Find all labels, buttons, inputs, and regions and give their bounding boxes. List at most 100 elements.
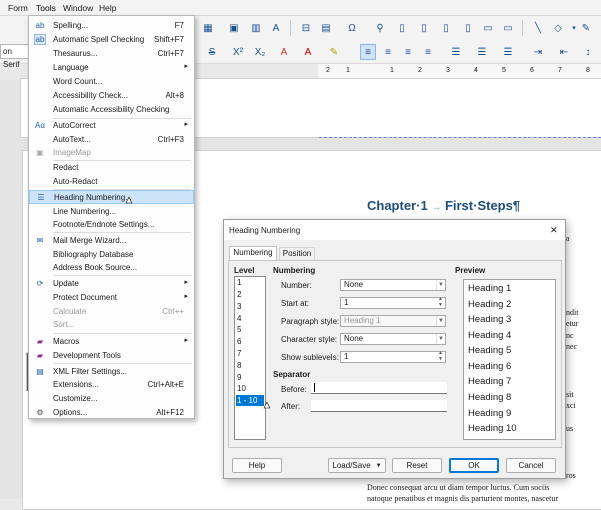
strikethrough-icon[interactable]: S xyxy=(204,44,220,60)
tab-position[interactable]: Position xyxy=(279,247,315,260)
increase-indent-icon[interactable]: ⇥ xyxy=(530,44,546,60)
start-at-spinner[interactable]: 1 ▲ ▼ xyxy=(340,296,446,309)
superscript-icon[interactable]: X² xyxy=(230,44,246,60)
level-item[interactable]: 8 xyxy=(237,361,241,370)
outline-icon[interactable]: ☰ xyxy=(500,44,516,60)
level-item[interactable]: 1 xyxy=(237,278,241,287)
menu-item-word-count[interactable]: Word Count... xyxy=(29,75,194,89)
menu-help[interactable]: Help xyxy=(99,3,116,13)
menu-item-redact[interactable]: Redact xyxy=(29,161,194,175)
menu-item-label: Spelling... xyxy=(53,21,89,30)
level-item[interactable]: 2 xyxy=(237,290,241,299)
reset-button[interactable]: Reset xyxy=(392,458,442,473)
menu-item-automatic-spell-checking[interactable]: ab Automatic Spell Checking Shift+F7 xyxy=(29,33,194,47)
menu-window[interactable]: Window xyxy=(63,3,93,13)
show-sublevels-spinner[interactable]: 1 ▲ ▼ xyxy=(340,350,446,363)
numbering-icon[interactable]: ☰ xyxy=(474,44,490,60)
menu-item-shortcut: Alt+8 xyxy=(165,91,184,100)
cross-reference-icon[interactable]: ▯ xyxy=(460,20,476,36)
image-icon[interactable]: ▣ xyxy=(226,20,242,36)
menu-separator xyxy=(53,275,191,276)
menu-item-macros[interactable]: ▰ Macros ▸ xyxy=(29,335,194,349)
menu-item-auto-redact[interactable]: Auto-Redact xyxy=(29,175,194,189)
clear-formatting-icon[interactable]: A xyxy=(276,44,292,60)
special-character-icon[interactable]: Ω xyxy=(344,20,360,36)
cancel-button[interactable]: Cancel xyxy=(506,458,556,473)
decrease-indent-icon[interactable]: ⇤ xyxy=(556,44,572,60)
menu-item-bibliography-database[interactable]: Bibliography Database xyxy=(29,248,194,262)
menu-item-customize[interactable]: Customize... xyxy=(29,392,194,406)
line-icon[interactable]: ╲ xyxy=(530,20,546,36)
menu-item-xml-filter-settings[interactable]: ▤ XML Filter Settings... xyxy=(29,365,194,379)
bullets-icon[interactable]: ☰ xyxy=(448,44,464,60)
highlight-icon[interactable]: ✎ xyxy=(326,44,342,60)
menu-item-accessibility-check[interactable]: Accessibility Check... Alt+8 xyxy=(29,89,194,103)
menu-item-development-tools[interactable]: ▰ Development Tools xyxy=(29,349,194,363)
menu-item-extensions[interactable]: Extensions... Ctrl+Alt+E xyxy=(29,378,194,392)
menu-item-address-book-source[interactable]: Address Book Source... xyxy=(29,261,194,275)
number-value: None xyxy=(344,280,364,289)
menu-item-update[interactable]: ⟳ Update ▸ xyxy=(29,277,194,291)
level-item[interactable]: 6 xyxy=(237,337,241,346)
level-item[interactable]: 5 xyxy=(237,325,241,334)
level-item[interactable]: 9 xyxy=(237,373,241,382)
justify-icon[interactable]: ≡ xyxy=(420,44,436,60)
align-left-icon[interactable]: ≡ xyxy=(360,44,376,60)
before-field[interactable] xyxy=(311,382,447,394)
line-spacing-icon[interactable]: ↕ xyxy=(580,44,596,60)
menu-item-thesaurus[interactable]: Thesaurus... Ctrl+F7 xyxy=(29,47,194,61)
load-save-button[interactable]: Load/Save ▼ xyxy=(328,458,386,473)
track-changes-icon[interactable]: ▭ xyxy=(500,20,516,36)
level-item[interactable]: 10 xyxy=(237,384,246,393)
table-icon[interactable]: ▦ xyxy=(200,20,216,36)
menu-item-spelling[interactable]: ab Spelling... F7 xyxy=(29,19,194,33)
font-name-box[interactable]: on Serif xyxy=(0,44,30,69)
menu-item-label: XML Filter Settings... xyxy=(53,367,127,376)
menu-form[interactable]: Form xyxy=(8,3,28,13)
level-list[interactable]: 1 2 3 4 5 6 7 8 9 10 1 - 10 xyxy=(234,276,266,440)
after-field[interactable] xyxy=(311,400,447,412)
field-icon[interactable]: ▤ xyxy=(318,20,334,36)
align-center-icon[interactable]: ≡ xyxy=(380,44,396,60)
menu-tools[interactable]: Tools xyxy=(36,3,56,13)
footnote-icon[interactable]: ▯ xyxy=(394,20,410,36)
menu-item-automatic-accessibility-checking[interactable]: Automatic Accessibility Checking xyxy=(29,103,194,117)
chart-icon[interactable]: ▥ xyxy=(248,20,264,36)
spinner-arrows-icon[interactable]: ▲ ▼ xyxy=(436,350,445,362)
shapes-icon[interactable]: ◇ xyxy=(550,20,566,36)
menu-item-protect-document[interactable]: Protect Document ▸ xyxy=(29,291,194,305)
level-item[interactable]: 3 xyxy=(237,302,241,311)
menu-item-autotext[interactable]: AutoText... Ctrl+F3 xyxy=(29,133,194,147)
body-fragment: xci xyxy=(566,401,576,410)
menu-item-mail-merge-wizard[interactable]: ✉ Mail Merge Wizard... xyxy=(29,234,194,248)
number-dropdown[interactable]: None ▼ xyxy=(340,279,446,291)
close-icon[interactable]: ✕ xyxy=(550,225,558,236)
textbox-icon[interactable]: A xyxy=(268,20,284,36)
menu-item-heading-numbering[interactable]: ☰ Heading Numbering... xyxy=(29,190,194,204)
subscript-icon[interactable]: X₂ xyxy=(252,44,268,60)
draw-icon[interactable]: ✎ xyxy=(578,20,594,36)
menu-item-language[interactable]: Language ▸ xyxy=(29,61,194,75)
paragraph-style-label: Paragraph style: xyxy=(281,317,340,326)
tab-numbering[interactable]: Numbering xyxy=(229,246,277,260)
spinner-arrows-icon[interactable]: ▲ ▼ xyxy=(436,296,445,308)
character-style-dropdown[interactable]: None ▼ xyxy=(340,333,446,345)
level-item-selected[interactable]: 1 - 10 xyxy=(236,395,264,406)
comment-icon[interactable]: ▭ xyxy=(480,20,496,36)
page-break-icon[interactable]: ⊟ xyxy=(298,20,314,36)
horizontal-ruler[interactable]: 2 1 1 2 3 4 5 6 7 8 xyxy=(318,64,601,79)
level-item[interactable]: 4 xyxy=(237,314,241,323)
endnote-icon[interactable]: ▯ xyxy=(416,20,432,36)
menu-item-footnote-endnote-settings[interactable]: Footnote/Endnote Settings... xyxy=(29,218,194,232)
font-color-icon[interactable]: A xyxy=(300,44,316,60)
ruler-number: 6 xyxy=(530,67,534,74)
level-item[interactable]: 7 xyxy=(237,349,241,358)
ok-button[interactable]: OK xyxy=(449,458,499,473)
align-right-icon[interactable]: ≡ xyxy=(400,44,416,60)
menu-item-options[interactable]: ⚙ Options... Alt+F12 xyxy=(29,406,194,420)
hyperlink-icon[interactable]: ⚲ xyxy=(372,20,388,36)
bookmark-icon[interactable]: ▯ xyxy=(438,20,454,36)
menu-item-autocorrect[interactable]: Aα AutoCorrect ▸ xyxy=(29,119,194,133)
help-button[interactable]: Help xyxy=(232,458,282,473)
menu-item-line-numbering[interactable]: Line Numbering... xyxy=(29,205,194,219)
